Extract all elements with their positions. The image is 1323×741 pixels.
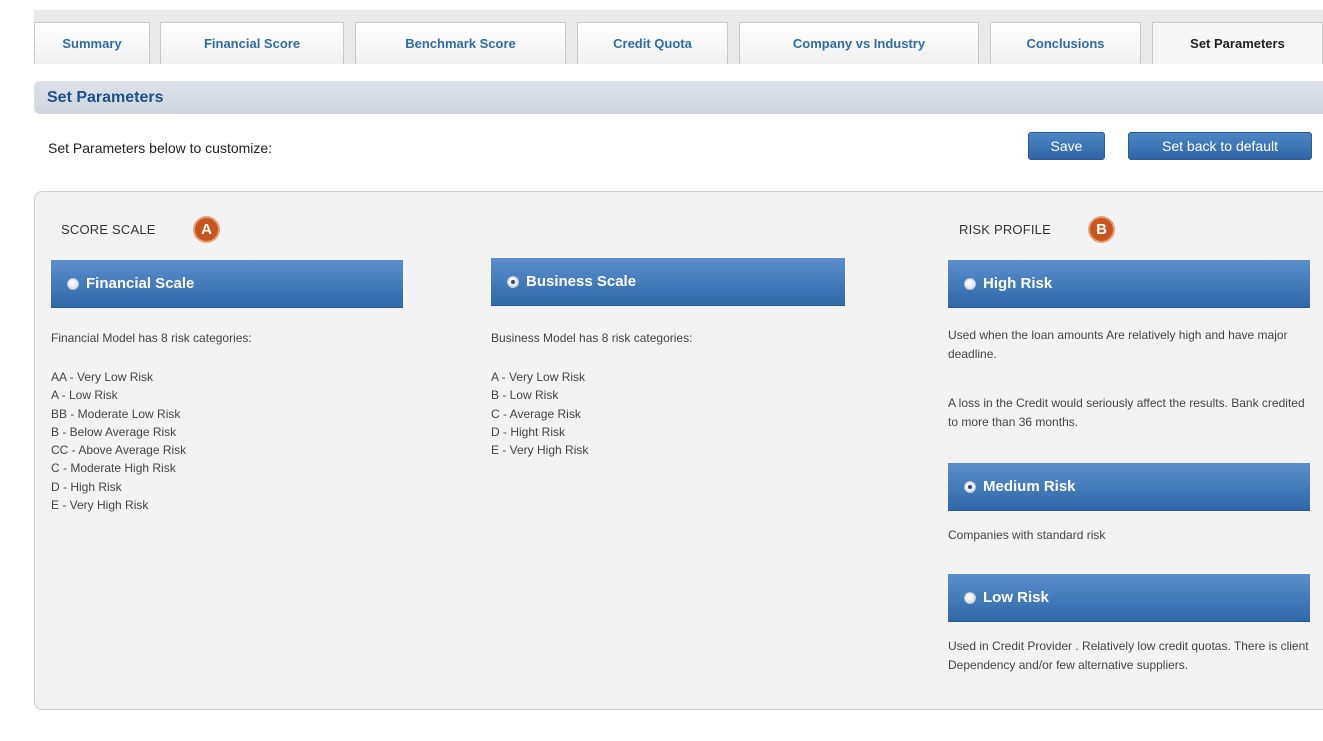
page-title: Set Parameters: [34, 81, 1323, 114]
annotation-badge-b: B: [1088, 216, 1115, 243]
tab-financial-score[interactable]: Financial Score: [160, 22, 344, 64]
annotation-badge-a: A: [193, 216, 220, 243]
low-risk-title: Low Risk: [983, 589, 1049, 606]
list-item: AA - Very Low Risk: [51, 370, 154, 384]
business-scale-list: A - Very Low Risk B - Low Risk C - Avera…: [491, 368, 588, 459]
business-scale-radio[interactable]: [507, 275, 519, 288]
tab-credit-quota[interactable]: Credit Quota: [577, 22, 728, 64]
medium-risk-option[interactable]: Medium Risk: [948, 463, 1310, 511]
business-scale-description: Business Model has 8 risk categories:: [491, 331, 693, 345]
list-item: E - Very High Risk: [51, 498, 149, 513]
tab-set-parameters[interactable]: Set Parameters: [1152, 22, 1323, 64]
tab-conclusions[interactable]: Conclusions: [990, 22, 1141, 64]
save-button[interactable]: Save: [1028, 132, 1105, 160]
list-item: A - Very Low Risk: [491, 370, 586, 384]
high-risk-title: High Risk: [983, 275, 1053, 292]
medium-risk-description: Companies with standard risk: [948, 528, 1106, 542]
list-item: D - High Risk: [51, 479, 122, 494]
tab-company-vs-industry[interactable]: Company vs Industry: [739, 22, 979, 64]
medium-risk-radio[interactable]: [964, 480, 976, 493]
low-risk-option[interactable]: Low Risk: [948, 574, 1310, 622]
financial-scale-title: Financial Scale: [86, 275, 195, 292]
tab-summary[interactable]: Summary: [34, 22, 150, 64]
tab-bar: Summary Financial Score Benchmark Score …: [34, 10, 1323, 64]
low-risk-radio[interactable]: [964, 591, 976, 604]
list-item: E - Very High Risk: [491, 443, 589, 458]
financial-scale-description: Financial Model has 8 risk categories:: [51, 331, 252, 345]
list-item: B - Below Average Risk: [51, 424, 177, 439]
business-scale-title: Business Scale: [526, 273, 637, 290]
list-item: BB - Moderate Low Risk: [51, 406, 181, 421]
high-risk-description: Used when the loan amounts Are relativel…: [948, 328, 1288, 361]
list-item: A - Low Risk: [51, 388, 118, 403]
financial-scale-list: AA - Very Low Risk A - Low Risk BB - Mod…: [51, 368, 186, 514]
list-item: C - Average Risk: [491, 406, 581, 421]
list-item: C - Moderate High Risk: [51, 461, 176, 476]
low-risk-description: Used in Credit Provider . Relatively low…: [948, 639, 1309, 672]
list-item: B - Low Risk: [491, 388, 559, 403]
medium-risk-title: Medium Risk: [983, 478, 1076, 495]
intro-text: Set Parameters below to customize:: [48, 140, 273, 156]
financial-scale-option[interactable]: Financial Scale: [51, 260, 403, 308]
reset-default-button[interactable]: Set back to default: [1128, 132, 1312, 160]
score-scale-label: SCORE SCALE: [61, 222, 156, 237]
financial-scale-radio[interactable]: [67, 277, 79, 290]
high-risk-description-2: A loss in the Credit would seriously aff…: [948, 396, 1305, 429]
risk-profile-label: RISK PROFILE: [959, 222, 1051, 237]
tab-benchmark-score[interactable]: Benchmark Score: [355, 22, 566, 64]
business-scale-option[interactable]: Business Scale: [491, 258, 845, 306]
list-item: D - Hight Risk: [491, 424, 566, 439]
list-item: CC - Above Average Risk: [51, 443, 187, 458]
high-risk-radio[interactable]: [964, 277, 976, 290]
high-risk-option[interactable]: High Risk: [948, 260, 1310, 308]
